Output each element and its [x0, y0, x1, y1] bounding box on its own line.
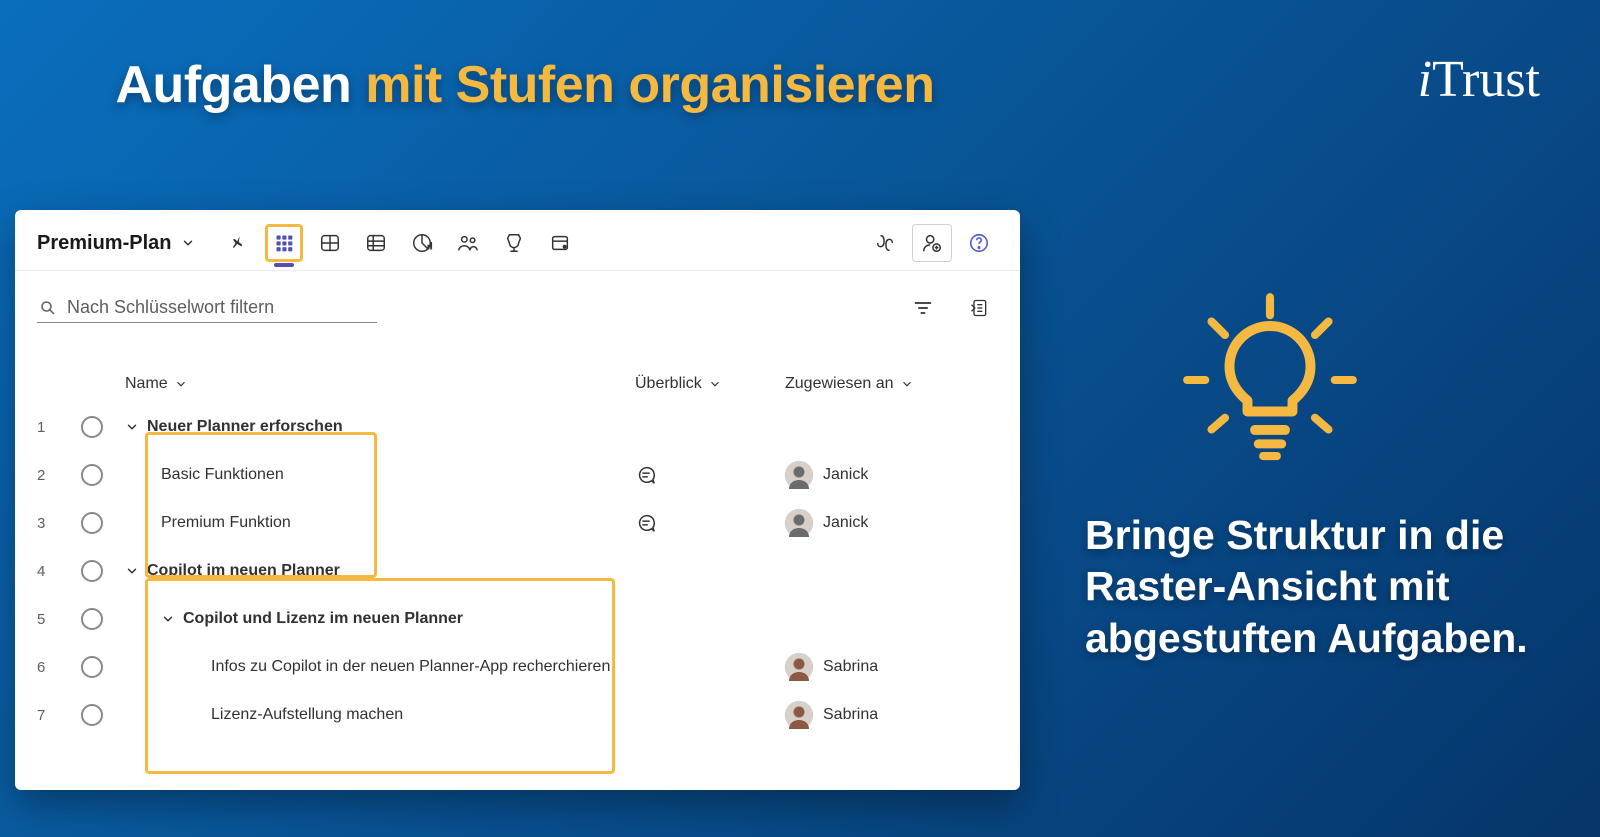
- assignee-name: Janick: [823, 514, 868, 532]
- assignee-name: Janick: [823, 466, 868, 484]
- complete-radio[interactable]: [81, 704, 103, 726]
- toolbar: Premium-Plan: [15, 210, 1020, 271]
- card-view-icon[interactable]: [541, 224, 579, 262]
- page-title: Aufgaben mit Stufen organisieren: [0, 55, 1050, 115]
- chart-view-icon[interactable]: [403, 224, 441, 262]
- column-overview[interactable]: Überblick: [635, 375, 785, 393]
- overview-cell: [635, 512, 785, 534]
- grid-view-icon[interactable]: [265, 224, 303, 262]
- copilot-icon[interactable]: [866, 224, 904, 262]
- task-name-label: Infos zu Copilot in der neuen Planner-Ap…: [211, 658, 610, 676]
- row-number: 2: [37, 467, 81, 484]
- complete-radio[interactable]: [81, 416, 103, 438]
- task-row[interactable]: 1 Neuer Planner erforschen: [15, 403, 1020, 451]
- brand-logo: iTrust: [1418, 50, 1540, 109]
- search-placeholder: Nach Schlüsselwort filtern: [67, 297, 274, 318]
- task-name-label: Basic Funktionen: [161, 466, 284, 484]
- row-number: 1: [37, 419, 81, 436]
- lightbulb-icon: [1180, 290, 1360, 470]
- task-name[interactable]: Basic Funktionen: [125, 466, 635, 484]
- overview-cell: [635, 464, 785, 486]
- column-assigned-label: Zugewiesen an: [785, 375, 894, 393]
- assignee-cell[interactable]: Sabrina: [785, 701, 1025, 729]
- add-member-button[interactable]: [912, 224, 952, 262]
- avatar: [785, 461, 813, 489]
- row-number: 3: [37, 515, 81, 532]
- task-row[interactable]: 5 Copilot und Lizenz im neuen Planner: [15, 595, 1020, 643]
- board-view-icon[interactable]: [311, 224, 349, 262]
- title-white: Aufgaben: [116, 56, 352, 114]
- complete-radio[interactable]: [81, 608, 103, 630]
- help-icon[interactable]: [960, 224, 998, 262]
- chevron-down-icon[interactable]: [125, 564, 139, 578]
- task-name[interactable]: Premium Funktion: [125, 514, 635, 532]
- plan-name-label: Premium-Plan: [37, 232, 171, 255]
- assignee-cell[interactable]: Janick: [785, 461, 1025, 489]
- chevron-down-icon[interactable]: [125, 420, 139, 434]
- task-row[interactable]: 7 Lizenz-Aufstellung machen Sabrina: [15, 691, 1020, 739]
- assignee-cell[interactable]: Janick: [785, 509, 1025, 537]
- column-assigned[interactable]: Zugewiesen an: [785, 375, 1025, 393]
- people-view-icon[interactable]: [449, 224, 487, 262]
- complete-radio[interactable]: [81, 656, 103, 678]
- complete-radio[interactable]: [81, 512, 103, 534]
- search-input[interactable]: Nach Schlüsselwort filtern: [37, 293, 377, 323]
- chevron-down-icon[interactable]: [161, 612, 175, 626]
- columns-header: Name Überblick Zugewiesen an: [15, 329, 1020, 403]
- task-name[interactable]: Copilot und Lizenz im neuen Planner: [125, 610, 635, 628]
- complete-radio[interactable]: [81, 464, 103, 486]
- row-number: 7: [37, 707, 81, 724]
- task-row[interactable]: 6 Infos zu Copilot in der neuen Planner-A…: [15, 643, 1020, 691]
- filter-icon[interactable]: [904, 289, 942, 327]
- avatar: [785, 701, 813, 729]
- task-name-label: Premium Funktion: [161, 514, 291, 532]
- timeline-view-icon[interactable]: [357, 224, 395, 262]
- task-name[interactable]: Neuer Planner erforschen: [125, 418, 635, 436]
- task-name[interactable]: Infos zu Copilot in der neuen Planner-Ap…: [125, 658, 635, 676]
- task-name-label: Lizenz-Aufstellung machen: [211, 706, 403, 724]
- pin-icon[interactable]: [219, 224, 257, 262]
- column-name[interactable]: Name: [125, 375, 635, 393]
- task-name-label: Copilot und Lizenz im neuen Planner: [183, 610, 463, 628]
- task-name[interactable]: Copilot im neuen Planner: [125, 562, 635, 580]
- chevron-down-icon: [181, 236, 195, 250]
- assignee-name: Sabrina: [823, 658, 878, 676]
- task-name-label: Neuer Planner erforschen: [147, 418, 343, 436]
- row-number: 6: [37, 659, 81, 676]
- task-row[interactable]: 2 Basic Funktionen Janick: [15, 451, 1020, 499]
- task-name[interactable]: Lizenz-Aufstellung machen: [125, 706, 635, 724]
- plan-name-dropdown[interactable]: Premium-Plan: [37, 232, 195, 255]
- assignee-cell[interactable]: Sabrina: [785, 653, 1025, 681]
- export-icon[interactable]: [960, 289, 998, 327]
- task-name-label: Copilot im neuen Planner: [147, 562, 340, 580]
- complete-radio[interactable]: [81, 560, 103, 582]
- title-accent: mit Stufen organisieren: [365, 56, 934, 114]
- column-overview-label: Überblick: [635, 375, 702, 393]
- task-rows: 1 Neuer Planner erforschen 2 Basic Funktion…: [15, 403, 1020, 739]
- planner-window: Premium-Plan: [15, 210, 1020, 790]
- goals-view-icon[interactable]: [495, 224, 533, 262]
- row-number: 4: [37, 563, 81, 580]
- task-row[interactable]: 4 Copilot im neuen Planner: [15, 547, 1020, 595]
- task-row[interactable]: 3 Premium Funktion Janick: [15, 499, 1020, 547]
- avatar: [785, 509, 813, 537]
- avatar: [785, 653, 813, 681]
- column-name-label: Name: [125, 375, 168, 393]
- row-number: 5: [37, 611, 81, 628]
- search-row: Nach Schlüsselwort filtern: [15, 271, 1020, 329]
- assignee-name: Sabrina: [823, 706, 878, 724]
- tip-text: Bringe Struktur in die Raster-Ansicht mi…: [1085, 510, 1555, 664]
